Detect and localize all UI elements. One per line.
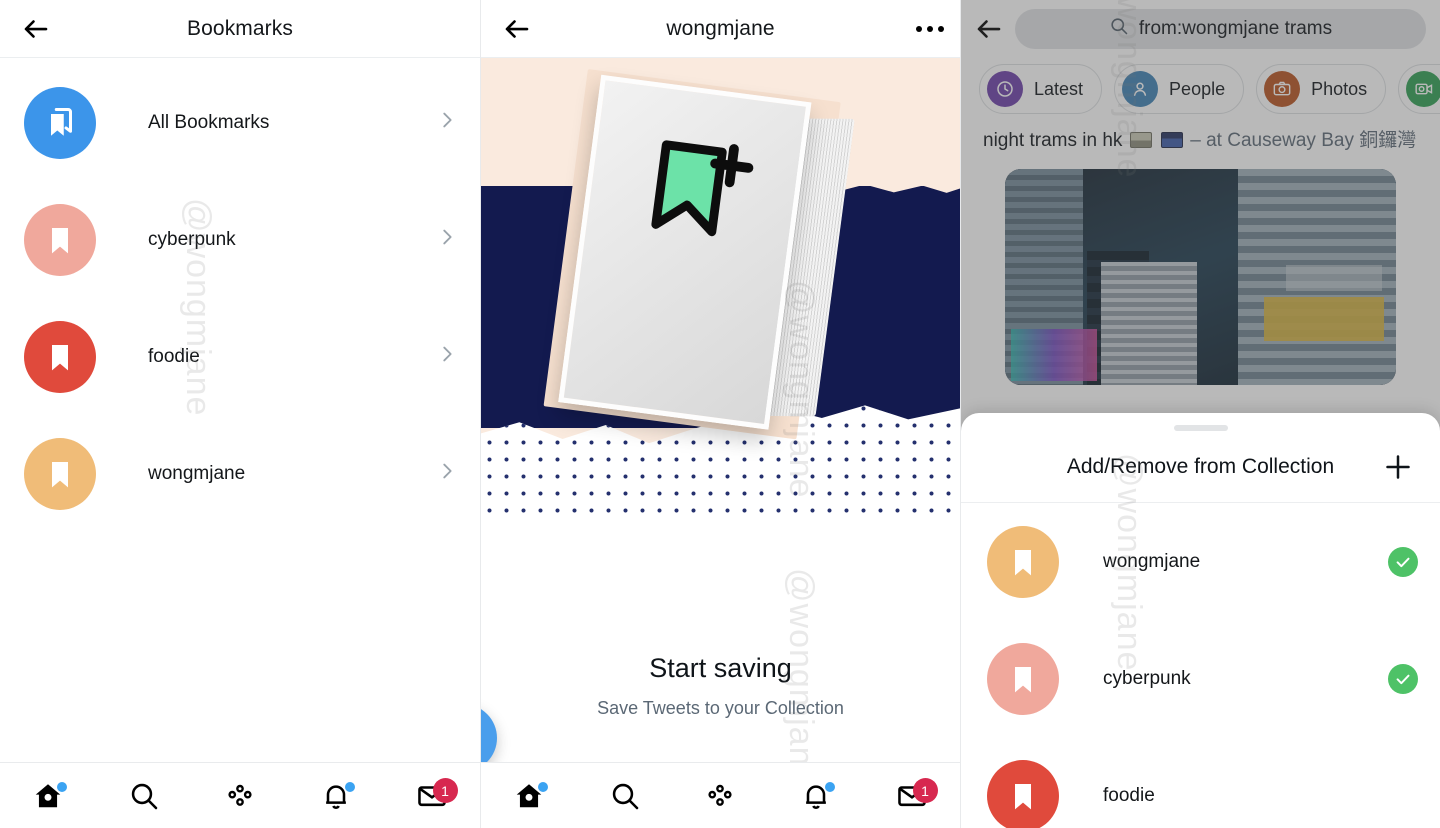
bookmarks-stack-icon <box>24 86 96 159</box>
cityscape-emoji <box>1160 132 1183 148</box>
back-arrow-icon[interactable] <box>16 9 56 49</box>
check-circle-icon <box>1388 663 1418 694</box>
badge-dot <box>345 782 355 792</box>
tab-notifications[interactable] <box>288 763 384 828</box>
tweet-text: night trams in hk – at Causeway Bay 銅鑼灣 <box>983 128 1418 155</box>
collection-row-all-bookmarks[interactable]: All Bookmarks <box>0 64 480 181</box>
message-count-badge: 1 <box>912 778 938 803</box>
video-camera-icon <box>1406 71 1440 107</box>
person-icon <box>1122 71 1159 107</box>
back-arrow-icon[interactable] <box>497 9 537 49</box>
tab-notifications[interactable] <box>768 763 864 828</box>
collection-row-wongmjane[interactable]: wongmjane <box>0 415 480 532</box>
tweet-photo[interactable] <box>1005 168 1396 385</box>
collection-label: All Bookmarks <box>148 111 270 133</box>
bookmark-icon <box>24 437 96 510</box>
badge-dot <box>825 782 836 792</box>
filter-chip-videos[interactable]: Videos <box>1398 64 1440 114</box>
tweet-text-start: night trams in hk <box>983 130 1123 151</box>
tweet-result: night trams in hk – at Causeway Bay 銅鑼灣 <box>961 124 1440 385</box>
chevron-right-icon <box>436 343 458 370</box>
filter-chip-label: Photos <box>1311 78 1368 99</box>
bottom-tabbar: 1 <box>0 762 480 828</box>
add-remove-collection-sheet: Add/Remove from Collection wongmjane cyb… <box>961 413 1440 828</box>
collection-label: foodie <box>148 345 200 367</box>
sheet-row-label: foodie <box>1103 784 1155 806</box>
page-title: wongmjane <box>666 16 775 40</box>
bookmarks-panel: Bookmarks All Bookmarks cyberpunk foodie… <box>0 0 480 828</box>
search-input[interactable]: from:wongmjane trams <box>1015 9 1426 49</box>
collection-navbar: wongmjane <box>481 0 960 58</box>
search-results-panel: from:wongmjane trams Latest People Photo… <box>960 0 1440 828</box>
back-arrow-icon[interactable] <box>969 9 1009 49</box>
book-with-bookmark-illustration <box>481 58 960 523</box>
more-options-icon[interactable] <box>916 25 944 32</box>
filter-chip-photos[interactable]: Photos <box>1256 64 1387 114</box>
tab-messages[interactable]: 1 <box>384 763 480 828</box>
plus-icon[interactable] <box>1378 447 1418 487</box>
tab-messages[interactable]: 1 <box>864 763 960 828</box>
collections-list: All Bookmarks cyberpunk foodie wongmjane <box>0 58 480 532</box>
camera-icon <box>1264 71 1301 107</box>
search-bar: from:wongmjane trams <box>961 0 1440 58</box>
tram-emoji <box>1129 132 1152 148</box>
collection-panel: wongmjane Start saving Save Tweets to yo… <box>480 0 960 828</box>
chevron-right-icon <box>436 460 458 487</box>
bottom-tabbar: 1 <box>481 762 960 828</box>
badge-dot <box>537 782 548 792</box>
search-icon <box>1109 16 1129 42</box>
collection-label: cyberpunk <box>148 228 236 250</box>
sheet-title: Add/Remove from Collection <box>1066 454 1335 478</box>
sheet-row-label: cyberpunk <box>1103 667 1191 689</box>
bookmark-icon <box>987 642 1059 715</box>
filter-chip-latest[interactable]: Latest <box>979 64 1103 114</box>
search-query-text: from:wongmjane trams <box>1138 18 1333 39</box>
page-title: Bookmarks <box>187 16 293 40</box>
bookmarks-navbar: Bookmarks <box>0 0 480 58</box>
chevron-right-icon <box>436 226 458 253</box>
tab-home[interactable] <box>0 763 96 828</box>
chevron-right-icon <box>436 109 458 136</box>
bookmark-icon <box>24 320 96 393</box>
collection-row-cyberpunk[interactable]: cyberpunk <box>0 181 480 298</box>
filter-chip-label: Latest <box>1034 78 1084 99</box>
sheet-row-wongmjane[interactable]: wongmjane <box>961 503 1440 620</box>
clock-icon <box>987 71 1023 107</box>
tab-spaces[interactable] <box>192 763 288 828</box>
sheet-row-label: wongmjane <box>1103 550 1201 572</box>
empty-state-subtitle: Save Tweets to your Collection <box>597 698 844 718</box>
sheet-row-foodie[interactable]: foodie <box>961 737 1440 828</box>
filter-chip-people[interactable]: People <box>1114 64 1245 114</box>
app-screenshot: Bookmarks All Bookmarks cyberpunk foodie… <box>0 0 1440 828</box>
bookmark-icon <box>987 759 1059 828</box>
collection-label: wongmjane <box>148 462 246 484</box>
sheet-row-cyberpunk[interactable]: cyberpunk <box>961 620 1440 737</box>
bookmark-icon <box>24 203 96 276</box>
bookmark-icon <box>987 525 1059 598</box>
tab-search[interactable] <box>577 763 673 828</box>
filter-chip-label: People <box>1169 78 1226 99</box>
search-filter-chips: Latest People Photos Videos <box>961 58 1440 124</box>
check-circle-icon <box>1388 546 1418 577</box>
tab-search[interactable] <box>96 763 192 828</box>
message-count-badge: 1 <box>432 778 458 803</box>
sheet-header: Add/Remove from Collection <box>961 431 1440 503</box>
badge-dot <box>57 782 67 792</box>
empty-state-title: Start saving <box>649 653 792 683</box>
collection-row-foodie[interactable]: foodie <box>0 298 480 415</box>
tab-home[interactable] <box>481 763 577 828</box>
tweet-place-text: – at Causeway Bay 銅鑼灣 <box>1190 130 1417 151</box>
tab-spaces[interactable] <box>673 763 769 828</box>
